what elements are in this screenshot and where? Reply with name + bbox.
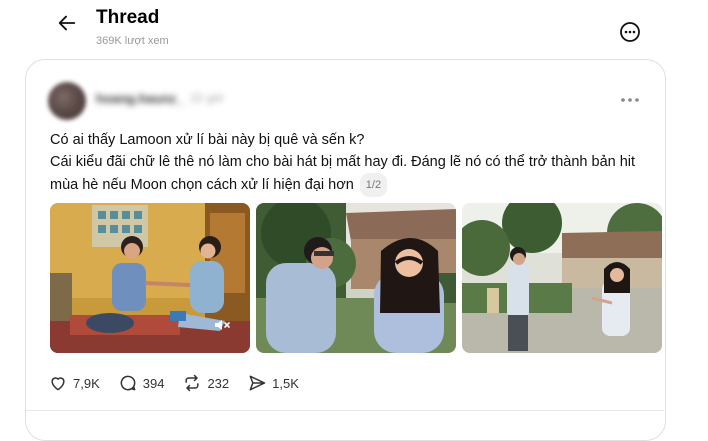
send-icon: [249, 375, 266, 391]
page-indicator: 1/2: [359, 173, 388, 197]
post-text: Có ai thấy Lamoon xử lí bài này bị quê v…: [50, 129, 650, 197]
back-button[interactable]: [52, 8, 82, 38]
mute-button[interactable]: [212, 315, 232, 335]
avatar[interactable]: [48, 82, 86, 120]
share-count: 1,5K: [272, 375, 299, 391]
comment-button[interactable]: 394: [118, 373, 165, 393]
like-button[interactable]: 7,9K: [48, 373, 100, 393]
username[interactable]: hoang.haunz_: [96, 91, 183, 106]
repost-count: 232: [207, 375, 230, 391]
divider: [26, 410, 664, 411]
arrow-left-icon: [58, 15, 76, 31]
comment-count: 394: [142, 375, 165, 391]
comment-icon: [120, 375, 136, 391]
photo-thumbnail[interactable]: [462, 203, 662, 353]
repost-icon: [185, 374, 200, 392]
header: Thread 369K lượt xem: [0, 0, 708, 56]
more-circle-icon: [620, 22, 640, 42]
repost-button[interactable]: 232: [182, 373, 229, 393]
more-dots-icon: [621, 98, 639, 102]
share-button[interactable]: 1,5K: [247, 373, 299, 393]
more-options-button[interactable]: [619, 21, 641, 43]
speaker-muted-icon: [215, 320, 230, 330]
heart-icon: [51, 377, 65, 391]
post-line-2-text: Cái kiểu đãi chữ lê thê nó làm cho bài h…: [50, 154, 636, 193]
page-title: Thread: [96, 7, 160, 28]
post-time: 22 giờ: [190, 91, 224, 105]
post-actions: 7,9K 394 232 1,5K: [48, 372, 317, 394]
video-thumbnail[interactable]: [50, 203, 250, 353]
photo-thumbnail[interactable]: [256, 203, 456, 353]
post-line-2: Cái kiểu đãi chữ lê thê nó làm cho bài h…: [50, 151, 650, 197]
post-line-1: Có ai thấy Lamoon xử lí bài này bị quê v…: [50, 132, 365, 148]
post-more-button[interactable]: [618, 92, 642, 108]
view-count: 369K lượt xem: [96, 35, 169, 47]
like-count: 7,9K: [73, 375, 100, 391]
